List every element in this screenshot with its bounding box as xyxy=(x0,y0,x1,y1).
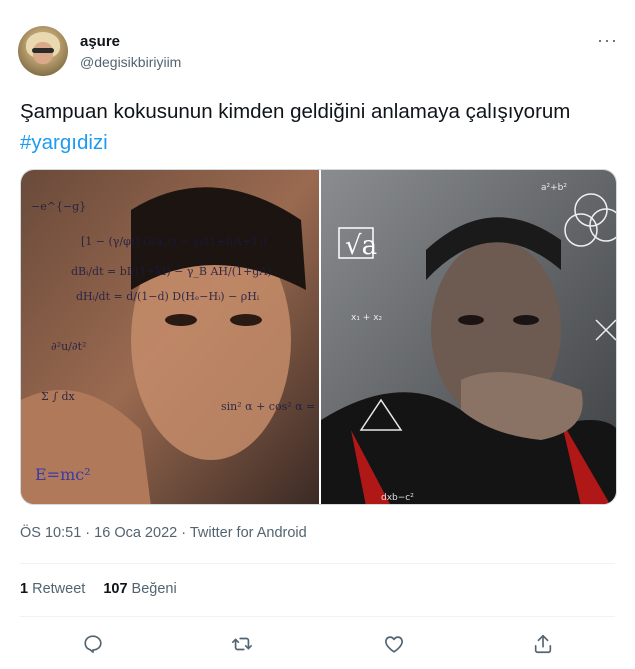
meta-separator: · xyxy=(81,525,95,541)
svg-text:∂²u/∂t²: ∂²u/∂t² xyxy=(51,340,86,353)
left-panel-formula: E=mc² xyxy=(35,465,91,484)
svg-text:−e^{−g}: −e^{−g} xyxy=(31,200,86,213)
user-handle[interactable]: @degisikbiriyiim xyxy=(80,54,181,70)
avatar-sunglasses xyxy=(32,48,54,53)
tweet-date[interactable]: 16 Oca 2022 xyxy=(94,525,177,541)
retweet-count-value: 1 xyxy=(20,581,29,597)
avatar-face xyxy=(33,42,53,64)
like-count-label: Beğeni xyxy=(131,581,177,597)
like-count[interactable]: 107 Beğeni xyxy=(103,581,176,597)
svg-text:[1 − (γ/φ)] G(a,τ) − γᵢ/(1+f(A: [1 − (γ/φ)] G(a,τ) − γᵢ/(1+f(A+1)) xyxy=(81,235,267,248)
like-icon[interactable] xyxy=(378,628,410,660)
left-panel-image: −e^{−g} [1 − (γ/φ)] G(a,τ) − γᵢ/(1+f(A+1… xyxy=(21,170,326,504)
svg-text:Σ ∫ dx: Σ ∫ dx xyxy=(41,390,76,403)
svg-text:a²+b²: a²+b² xyxy=(541,183,567,193)
tweet-text: Şampuan kokusunun kimden geldiğini anlam… xyxy=(20,96,610,158)
divider xyxy=(20,563,615,564)
right-panel-formula: √a xyxy=(345,231,377,261)
retweet-count[interactable]: 1 Retweet xyxy=(20,581,85,597)
svg-text:sin² α + cos² α = 1: sin² α + cos² α = 1 xyxy=(221,400,326,413)
tweet-time[interactable]: ÖS 10:51 xyxy=(20,525,81,541)
svg-text:dBᵢ/dt = bI/(1+kI) − γ_B AH/(1: dBᵢ/dt = bI/(1+kI) − γ_B AH/(1+gA) xyxy=(71,265,272,278)
svg-text:dHᵢ/dt = d/(1−d) D(Hₑ−Hᵢ) − ρH: dHᵢ/dt = d/(1−d) D(Hₑ−Hᵢ) − ρHᵢ xyxy=(76,290,260,303)
more-options-icon[interactable]: ··· xyxy=(597,30,618,51)
user-display-name[interactable]: aşure xyxy=(80,33,120,50)
reply-icon[interactable] xyxy=(77,628,109,660)
svg-text:dxb−c²: dxb−c² xyxy=(381,493,414,503)
share-icon[interactable] xyxy=(527,628,559,660)
tweet-body: Şampuan kokusunun kimden geldiğini anlam… xyxy=(20,100,571,123)
hashtag-link[interactable]: #yargıdizi xyxy=(20,131,108,154)
media-image: −e^{−g} [1 − (γ/φ)] G(a,τ) − γᵢ/(1+f(A+1… xyxy=(21,170,616,504)
retweet-icon[interactable] xyxy=(226,628,258,660)
like-count-value: 107 xyxy=(103,581,128,597)
tweet-source[interactable]: Twitter for Android xyxy=(190,525,307,541)
retweet-count-label: Retweet xyxy=(32,581,86,597)
tweet-actions xyxy=(0,628,635,660)
avatar[interactable] xyxy=(18,26,68,76)
tweet-media[interactable]: −e^{−g} [1 − (γ/φ)] G(a,τ) − γᵢ/(1+f(A+1… xyxy=(20,169,617,505)
tweet-stats: 1 Retweet 107 Beğeni xyxy=(20,581,195,597)
tweet-metadata: ÖS 10:51 · 16 Oca 2022 · Twitter for And… xyxy=(20,525,307,541)
meta-separator: · xyxy=(177,525,190,541)
svg-text:x₁ + x₂: x₁ + x₂ xyxy=(351,313,383,323)
right-panel-image: a²+b² x₁ + x₂ dxb−c² xyxy=(321,170,616,504)
divider xyxy=(20,616,615,617)
